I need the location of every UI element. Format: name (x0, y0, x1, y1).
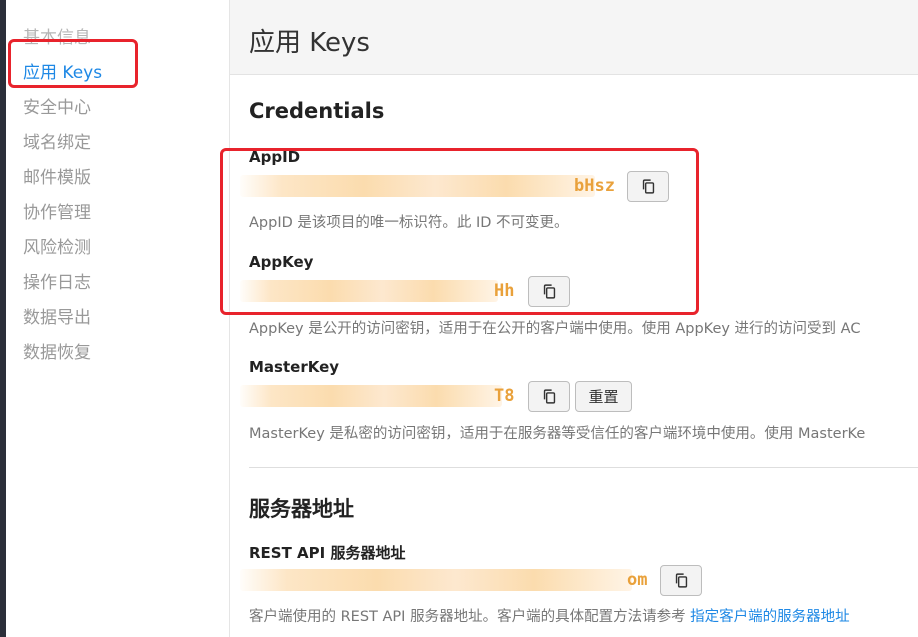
sidebar-item-email-templates[interactable]: 邮件模版 (23, 167, 91, 189)
server-section-title: 服务器地址 (249, 497, 354, 521)
rest-api-label: REST API 服务器地址 (249, 544, 406, 562)
sidebar-item-operation-log[interactable]: 操作日志 (23, 272, 91, 294)
sidebar: 基本信息 应用 Keys 安全中心 域名绑定 邮件模版 协作管理 风险检测 操作… (6, 0, 230, 637)
page-header: 应用 Keys (230, 0, 918, 75)
masterkey-value-suffix: T8 (494, 386, 515, 406)
highlight-box-nav (8, 39, 138, 88)
masterkey-label: MasterKey (249, 358, 340, 376)
copy-icon (543, 389, 555, 404)
sidebar-item-collaboration[interactable]: 协作管理 (23, 202, 91, 224)
masterkey-copy-button[interactable] (528, 381, 570, 412)
rest-api-description: 客户端使用的 REST API 服务器地址。客户端的具体配置方法请参考 指定客户… (249, 605, 850, 626)
sidebar-item-data-restore[interactable]: 数据恢复 (23, 342, 91, 364)
rest-api-masked-value (240, 569, 632, 591)
page-title: 应用 Keys (249, 28, 370, 58)
sidebar-item-security[interactable]: 安全中心 (23, 97, 91, 119)
server-address-doc-link[interactable]: 指定客户端的服务器地址 (690, 609, 850, 625)
sidebar-item-domain-binding[interactable]: 域名绑定 (23, 132, 91, 154)
rest-api-copy-button[interactable] (660, 565, 702, 596)
masterkey-reset-button[interactable]: 重置 (575, 381, 632, 412)
sidebar-item-risk-detection[interactable]: 风险检测 (23, 237, 91, 259)
copy-icon (675, 573, 687, 588)
masterkey-masked-value (240, 385, 502, 407)
masterkey-description: MasterKey 是私密的访问密钥，适用于在服务器等受信任的客户端环境中使用。… (249, 426, 866, 442)
credentials-section-title: Credentials (249, 99, 385, 123)
rest-api-value-suffix: om (627, 570, 648, 590)
section-divider (249, 467, 918, 468)
sidebar-item-data-export[interactable]: 数据导出 (23, 307, 91, 329)
highlight-box-credentials (220, 148, 699, 315)
appkey-description: AppKey 是公开的访问密钥，适用于在公开的客户端中使用。使用 AppKey … (249, 321, 861, 337)
rest-api-description-text: 客户端使用的 REST API 服务器地址。客户端的具体配置方法请参考 (249, 609, 691, 625)
